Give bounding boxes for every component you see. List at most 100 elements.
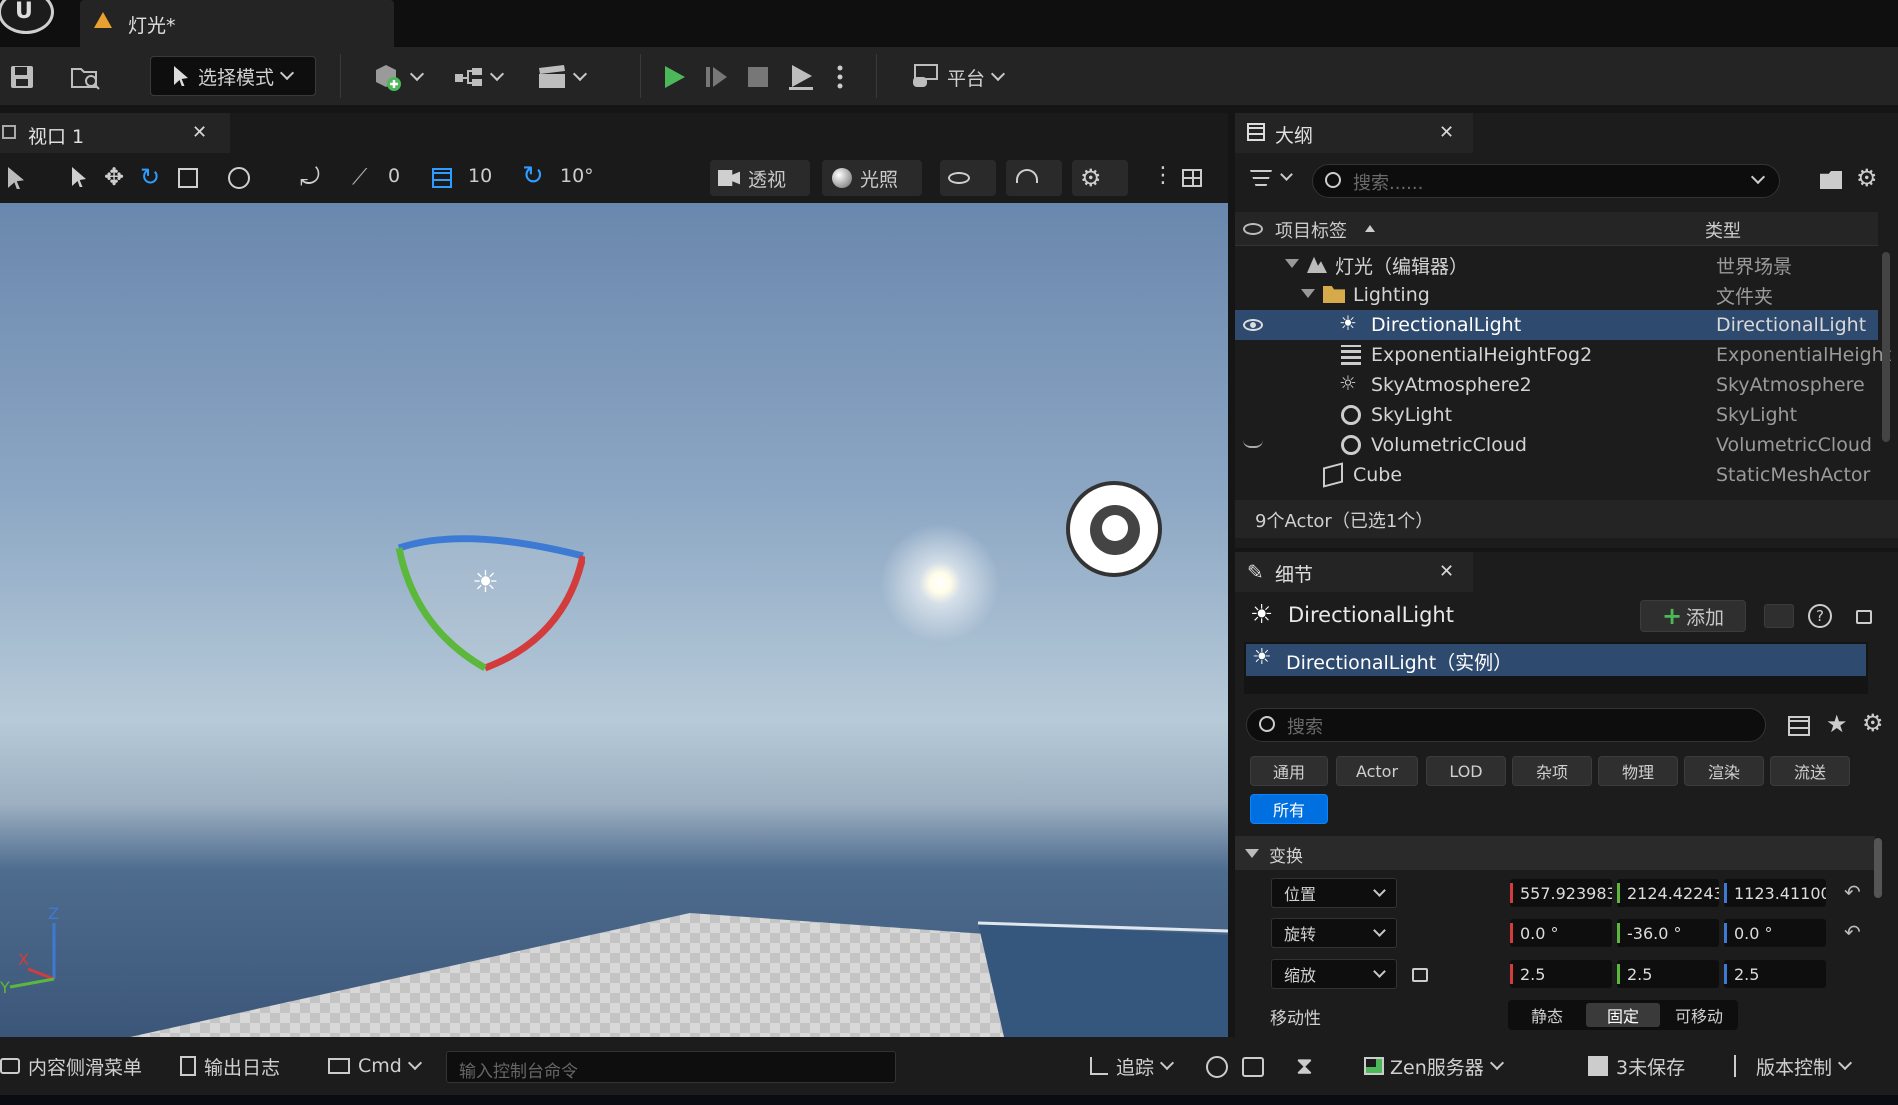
filter-general[interactable]: 通用	[1250, 756, 1328, 786]
cmd-dropdown[interactable]: Cmd	[328, 1037, 428, 1095]
mobility-movable-option[interactable]: 可移动	[1664, 1003, 1734, 1027]
location-mode-dropdown[interactable]: 位置	[1271, 878, 1397, 908]
filter-lod[interactable]: LOD	[1426, 756, 1506, 786]
content-drawer-button[interactable]: 内容侧滑菜单	[0, 1037, 160, 1095]
add-actor-button[interactable]	[366, 57, 428, 97]
details-search-input[interactable]: 搜索	[1246, 708, 1766, 742]
visibility-eye-icon[interactable]	[1243, 319, 1263, 331]
level-viewport[interactable]: ☀ Z X Y	[0, 203, 1228, 1037]
viewport-tab[interactable]: 视口 1 ✕	[0, 113, 230, 153]
close-outliner-icon[interactable]: ✕	[1439, 122, 1454, 143]
outliner-row[interactable]: VolumetricCloud VolumetricCloud	[1235, 430, 1878, 460]
collapse-arrow-icon[interactable]	[1245, 849, 1259, 858]
blueprint-button[interactable]	[450, 57, 506, 97]
perspective-button[interactable]: 透视	[710, 160, 810, 196]
outliner-row-world[interactable]: 灯光（编辑器） 世界场景	[1235, 250, 1878, 280]
snapshot-icon[interactable]	[1242, 1057, 1264, 1077]
rotation-mode-dropdown[interactable]: 旋转	[1271, 918, 1397, 948]
realtime-button[interactable]	[1006, 160, 1062, 196]
outliner-search-input[interactable]: 搜索......	[1312, 164, 1780, 198]
unsaved-button[interactable]: 3未保存	[1588, 1037, 1698, 1095]
lock-icon[interactable]	[1856, 610, 1872, 624]
visibility-header-icon[interactable]	[1243, 223, 1263, 235]
outliner-row-selected[interactable]: ☀ DirectionalLight DirectionalLight	[1235, 310, 1878, 340]
outliner-row[interactable]: SkyLight SkyLight	[1235, 400, 1878, 430]
transform-section-header[interactable]: 变换	[1235, 836, 1875, 870]
favorites-star-icon[interactable]: ★	[1826, 710, 1848, 738]
unreal-logo-icon[interactable]	[0, 0, 54, 34]
rotation-x-field[interactable]: 0.0 °	[1510, 919, 1612, 947]
location-y-field[interactable]: 2124.42243	[1617, 879, 1719, 907]
hidden-eye-icon[interactable]	[1243, 440, 1263, 448]
location-z-field[interactable]: 1123.41100	[1724, 879, 1826, 907]
column-label-header[interactable]: 项目标签	[1275, 217, 1347, 243]
scale-icon[interactable]	[178, 168, 198, 188]
details-scrollbar[interactable]	[1874, 838, 1882, 898]
filter-misc[interactable]: 杂项	[1512, 756, 1592, 786]
stop-button[interactable]	[740, 57, 776, 97]
platform-button[interactable]: 平台	[902, 57, 1012, 97]
eject-button[interactable]	[782, 57, 820, 97]
surface-snap-icon[interactable]: ⤾	[300, 163, 320, 191]
record-icon[interactable]	[1206, 1056, 1228, 1078]
advance-frame-button[interactable]	[698, 57, 734, 97]
view-mode-button[interactable]: 光照	[822, 160, 922, 196]
output-log-button[interactable]: 输出日志	[180, 1037, 300, 1095]
scale-lock-icon[interactable]	[1412, 968, 1428, 982]
console-input[interactable]: 输入控制台命令	[446, 1051, 896, 1083]
column-type-header[interactable]: 类型	[1705, 217, 1741, 243]
filter-physics[interactable]: 物理	[1598, 756, 1678, 786]
move-icon[interactable]: ✥	[104, 163, 124, 191]
help-icon[interactable]: ?	[1808, 604, 1832, 628]
rotation-snap-value[interactable]: 10°	[560, 165, 594, 187]
sort-ascending-icon[interactable]	[1365, 225, 1375, 232]
scale-x-field[interactable]: 2.5	[1510, 960, 1612, 988]
trace-dropdown[interactable]: 追踪	[1090, 1037, 1190, 1095]
filter-streaming[interactable]: 流送	[1770, 756, 1850, 786]
grid-snap-icon[interactable]	[432, 168, 452, 188]
filter-actor[interactable]: Actor	[1336, 756, 1418, 786]
play-button[interactable]	[656, 57, 692, 97]
outliner-settings-icon[interactable]: ⚙	[1856, 164, 1878, 192]
outliner-row[interactable]: ☼ SkyAtmosphere2 SkyAtmosphere	[1235, 370, 1878, 400]
grid-snap-value[interactable]: 10	[468, 165, 492, 187]
reset-location-icon[interactable]: ↶	[1844, 880, 1861, 904]
blueprint-convert-icon[interactable]	[1764, 604, 1794, 628]
document-tab[interactable]: 灯光*	[80, 0, 394, 47]
expand-arrow-icon[interactable]	[1301, 289, 1315, 298]
show-flags-button[interactable]	[940, 160, 996, 196]
scale-mode-dropdown[interactable]: 缩放	[1271, 959, 1397, 989]
play-options-button[interactable]	[830, 57, 850, 97]
cinematics-button[interactable]	[532, 57, 590, 97]
viewport-options-icon[interactable]: ⋮	[1152, 163, 1174, 188]
grid-angle-value[interactable]: 0	[388, 165, 400, 187]
reset-rotation-icon[interactable]: ↶	[1844, 920, 1861, 944]
filter-rendering[interactable]: 渲染	[1684, 756, 1764, 786]
component-instance-row[interactable]: ☀ DirectionalLight（实例）	[1246, 644, 1866, 676]
layout-grid-icon[interactable]	[1182, 169, 1202, 187]
save-button[interactable]	[4, 57, 40, 97]
rotation-snap-icon[interactable]: ↻	[522, 161, 544, 191]
source-control-dropdown[interactable]: 版本控制	[1734, 1037, 1884, 1095]
outliner-row[interactable]: Cube StaticMeshActor	[1235, 460, 1878, 490]
mobility-static-option[interactable]: 静态	[1512, 1003, 1582, 1027]
close-details-icon[interactable]: ✕	[1439, 561, 1454, 582]
outliner-scrollbar[interactable]	[1882, 252, 1890, 442]
mobility-stationary-option[interactable]: 固定	[1586, 1003, 1660, 1027]
world-space-icon[interactable]	[228, 167, 250, 189]
settings-button[interactable]: ⚙	[1072, 160, 1128, 196]
details-settings-icon[interactable]: ⚙	[1862, 709, 1884, 737]
light-sprite-icon[interactable]: ☀	[472, 565, 499, 600]
close-viewport-tab-icon[interactable]: ✕	[192, 122, 207, 143]
details-tab[interactable]: ✎ 细节 ✕	[1235, 552, 1473, 592]
search-dropdown-icon[interactable]	[1750, 169, 1766, 185]
angle-snap-icon[interactable]: ⟋	[352, 165, 367, 190]
scale-y-field[interactable]: 2.5	[1617, 960, 1719, 988]
add-component-button[interactable]: + 添加	[1640, 600, 1746, 632]
property-matrix-icon[interactable]	[1788, 716, 1810, 736]
outliner-row-folder[interactable]: Lighting 文件夹	[1235, 280, 1878, 310]
scale-z-field[interactable]: 2.5	[1724, 960, 1826, 988]
expand-arrow-icon[interactable]	[1285, 259, 1299, 268]
location-x-field[interactable]: 557.923983	[1510, 879, 1612, 907]
filter-all[interactable]: 所有	[1250, 794, 1328, 824]
